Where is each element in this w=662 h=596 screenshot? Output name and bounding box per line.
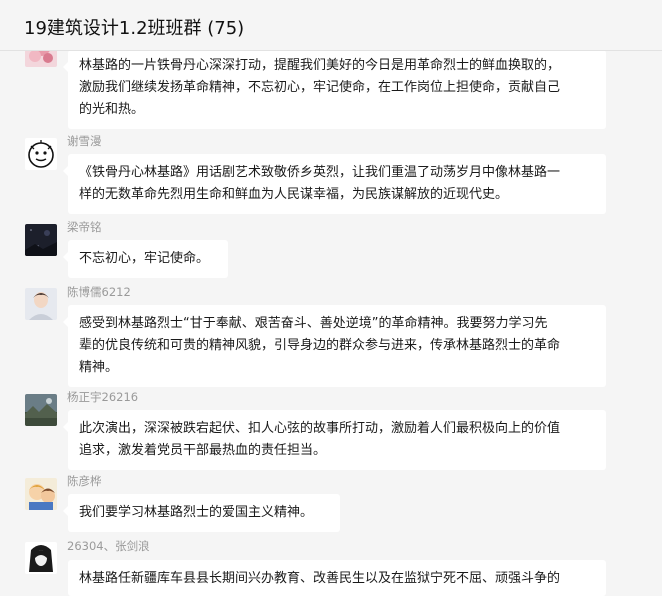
landscape-avatar-icon[interactable]	[25, 394, 57, 426]
message-bubble[interactable]: 林基路任新疆库车县县长期间兴办教育、改善民生以及在监狱宁死不屈、顽强斗争的	[68, 560, 606, 596]
chat-header: 19建筑设计1.2班班群 (75)	[0, 0, 662, 51]
message-text-line: 精神。	[79, 360, 119, 375]
message-text-line: 林基路的一片铁骨丹心深深打动，提醒我们美好的今日是用革命烈士的鲜血换取的，	[79, 58, 561, 73]
cartoon-character-avatar-icon[interactable]	[25, 478, 57, 510]
sender-name: 陈博儒6212	[67, 285, 131, 299]
message-text-line: 样的无数革命先烈用生命和鲜血为人民谋幸福，为民族谋解放的近现代史。	[79, 187, 509, 202]
message-text-line: 的光和热。	[79, 102, 145, 117]
message-text-line: 激励我们继续发扬革命精神，不忘初心，牢记使命，在工作岗位上担使命，贡献自己	[79, 80, 561, 95]
message-bubble[interactable]: 《铁骨丹心林基路》用话剧艺术致敬侨乡英烈，让我们重温了动荡岁月中像林基路一 样的…	[63, 154, 606, 214]
message-text-line: 我们要学习林基路烈士的爱国主义精神。	[79, 505, 314, 520]
message-text-line: 感受到林基路烈士“甘于奉献、艰苦奋斗、善处逆境”的革命精神。我要努力学习先	[79, 316, 548, 331]
message-text-line: 此次演出，深深被跌宕起伏、扣人心弦的故事所打动，激励着人们最积极向上的价值	[79, 421, 561, 436]
message-bubble[interactable]: 我们要学习林基路烈士的爱国主义精神。	[63, 494, 340, 532]
sender-name: 谢雪漫	[67, 134, 102, 148]
message-text-line: 辈的优良传统和可贵的精神风貌，引导身边的群众参与进来，传承林基路烈士的革命	[79, 338, 561, 353]
message-text-line: 追求，激发着党员干部最热血的责任担当。	[79, 443, 327, 458]
night-sky-avatar-icon[interactable]	[25, 224, 57, 256]
sender-name: 陈彦桦	[67, 474, 102, 488]
message-bubble[interactable]: 林基路的一片铁骨丹心深深打动，提醒我们美好的今日是用革命烈士的鲜血换取的， 激励…	[63, 50, 606, 129]
anime-avatar-icon[interactable]	[25, 542, 57, 574]
sender-name: 26304、张剑浪	[67, 539, 150, 553]
message-text-line: 林基路任新疆库车县县长期间兴办教育、改善民生以及在监狱宁死不屈、顽强斗争的	[79, 571, 561, 586]
message-bubble[interactable]: 不忘初心，牢记使命。	[63, 240, 228, 278]
message-bubble[interactable]: 感受到林基路烈士“甘于奉献、艰苦奋斗、善处逆境”的革命精神。我要努力学习先 辈的…	[63, 305, 606, 387]
message-text-line: 《铁骨丹心林基路》用话剧艺术致敬侨乡英烈，让我们重温了动荡岁月中像林基路一	[79, 165, 561, 180]
sender-name: 杨正宇26216	[67, 390, 139, 404]
cartoon-face-avatar-icon[interactable]	[25, 138, 57, 170]
message-text-line: 不忘初心，牢记使命。	[79, 251, 210, 266]
sender-name: 梁帝铭	[67, 220, 102, 234]
chat-title: 19建筑设计1.2班班群 (75)	[24, 18, 245, 39]
person-photo-avatar-icon[interactable]	[25, 288, 57, 320]
message-bubble[interactable]: 此次演出，深深被跌宕起伏、扣人心弦的故事所打动，激励着人们最积极向上的价值 追求…	[63, 410, 606, 470]
